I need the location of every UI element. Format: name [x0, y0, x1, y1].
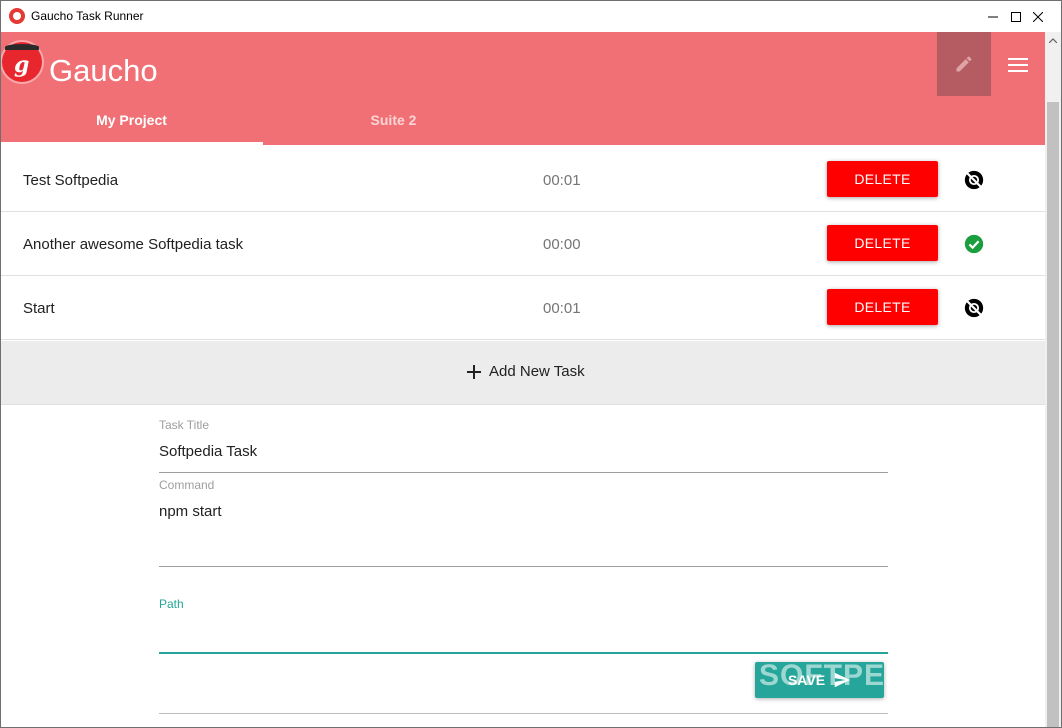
task-time: 00:00	[543, 236, 581, 253]
gaucho-logo: g	[2, 42, 42, 82]
task-time: 00:01	[543, 172, 581, 189]
close-icon	[1033, 11, 1043, 22]
task-time: 00:01	[543, 300, 581, 317]
success-check-icon	[964, 234, 984, 254]
tab-suite-2[interactable]: Suite 2	[263, 104, 524, 145]
delete-task-button[interactable]: DELETE	[827, 225, 938, 261]
error-off-icon	[964, 170, 984, 190]
close-button[interactable]	[1015, 1, 1061, 32]
form-bottom-divider	[159, 713, 888, 714]
app-header: g Gaucho My Project Suite 2	[1, 32, 1045, 145]
edit-button[interactable]	[937, 32, 991, 96]
add-new-task-label: Add New Task	[489, 363, 585, 380]
task-row: Another awesome Softpedia task 00:00 DEL…	[1, 212, 1045, 276]
brand-title: Gaucho	[49, 53, 158, 88]
scroll-up-button[interactable]	[1045, 32, 1061, 49]
add-new-task-content: Add New Task	[467, 363, 585, 380]
hamburger-menu-icon	[1008, 58, 1028, 72]
delete-task-button[interactable]: DELETE	[827, 161, 938, 197]
active-tab-indicator	[1, 142, 263, 145]
task-title-underline	[159, 472, 888, 473]
task-name: Start	[23, 300, 55, 317]
task-list: Test Softpedia 00:01 DELETE Another awes…	[1, 148, 1045, 340]
window-title: Gaucho Task Runner	[31, 9, 144, 23]
send-icon	[833, 672, 851, 688]
app-window: Gaucho Task Runner g Gaucho My Project S…	[0, 0, 1062, 728]
path-label: Path	[159, 597, 184, 611]
task-row: Test Softpedia 00:01 DELETE	[1, 148, 1045, 212]
path-underline	[159, 652, 888, 654]
delete-task-button[interactable]: DELETE	[827, 289, 938, 325]
path-input[interactable]	[159, 621, 888, 649]
pencil-icon	[956, 56, 972, 72]
save-button[interactable]: SAVE	[755, 662, 884, 698]
vertical-scrollbar[interactable]	[1045, 32, 1061, 727]
scrollbar-thumb[interactable]	[1047, 102, 1059, 727]
new-task-form: Task Title Softpedia Task Command npm st…	[159, 405, 888, 714]
add-new-task-button[interactable]: Add New Task	[1, 341, 1045, 405]
task-title-input[interactable]: Softpedia Task	[159, 443, 257, 460]
app-icon	[9, 8, 25, 24]
task-title-label: Task Title	[159, 418, 210, 432]
task-row: Start 00:01 DELETE	[1, 276, 1045, 340]
command-underline	[159, 566, 888, 567]
error-off-icon	[964, 298, 984, 318]
save-label: SAVE	[787, 672, 826, 688]
title-bar: Gaucho Task Runner	[1, 1, 1061, 32]
task-name: Another awesome Softpedia task	[23, 236, 244, 253]
chevron-up-icon	[1049, 38, 1057, 43]
task-name: Test Softpedia	[23, 172, 119, 189]
command-input[interactable]: npm start	[159, 503, 222, 520]
command-label: Command	[159, 478, 215, 492]
menu-button[interactable]	[996, 48, 1040, 82]
plus-icon	[467, 364, 481, 379]
tab-my-project[interactable]: My Project	[1, 104, 262, 145]
